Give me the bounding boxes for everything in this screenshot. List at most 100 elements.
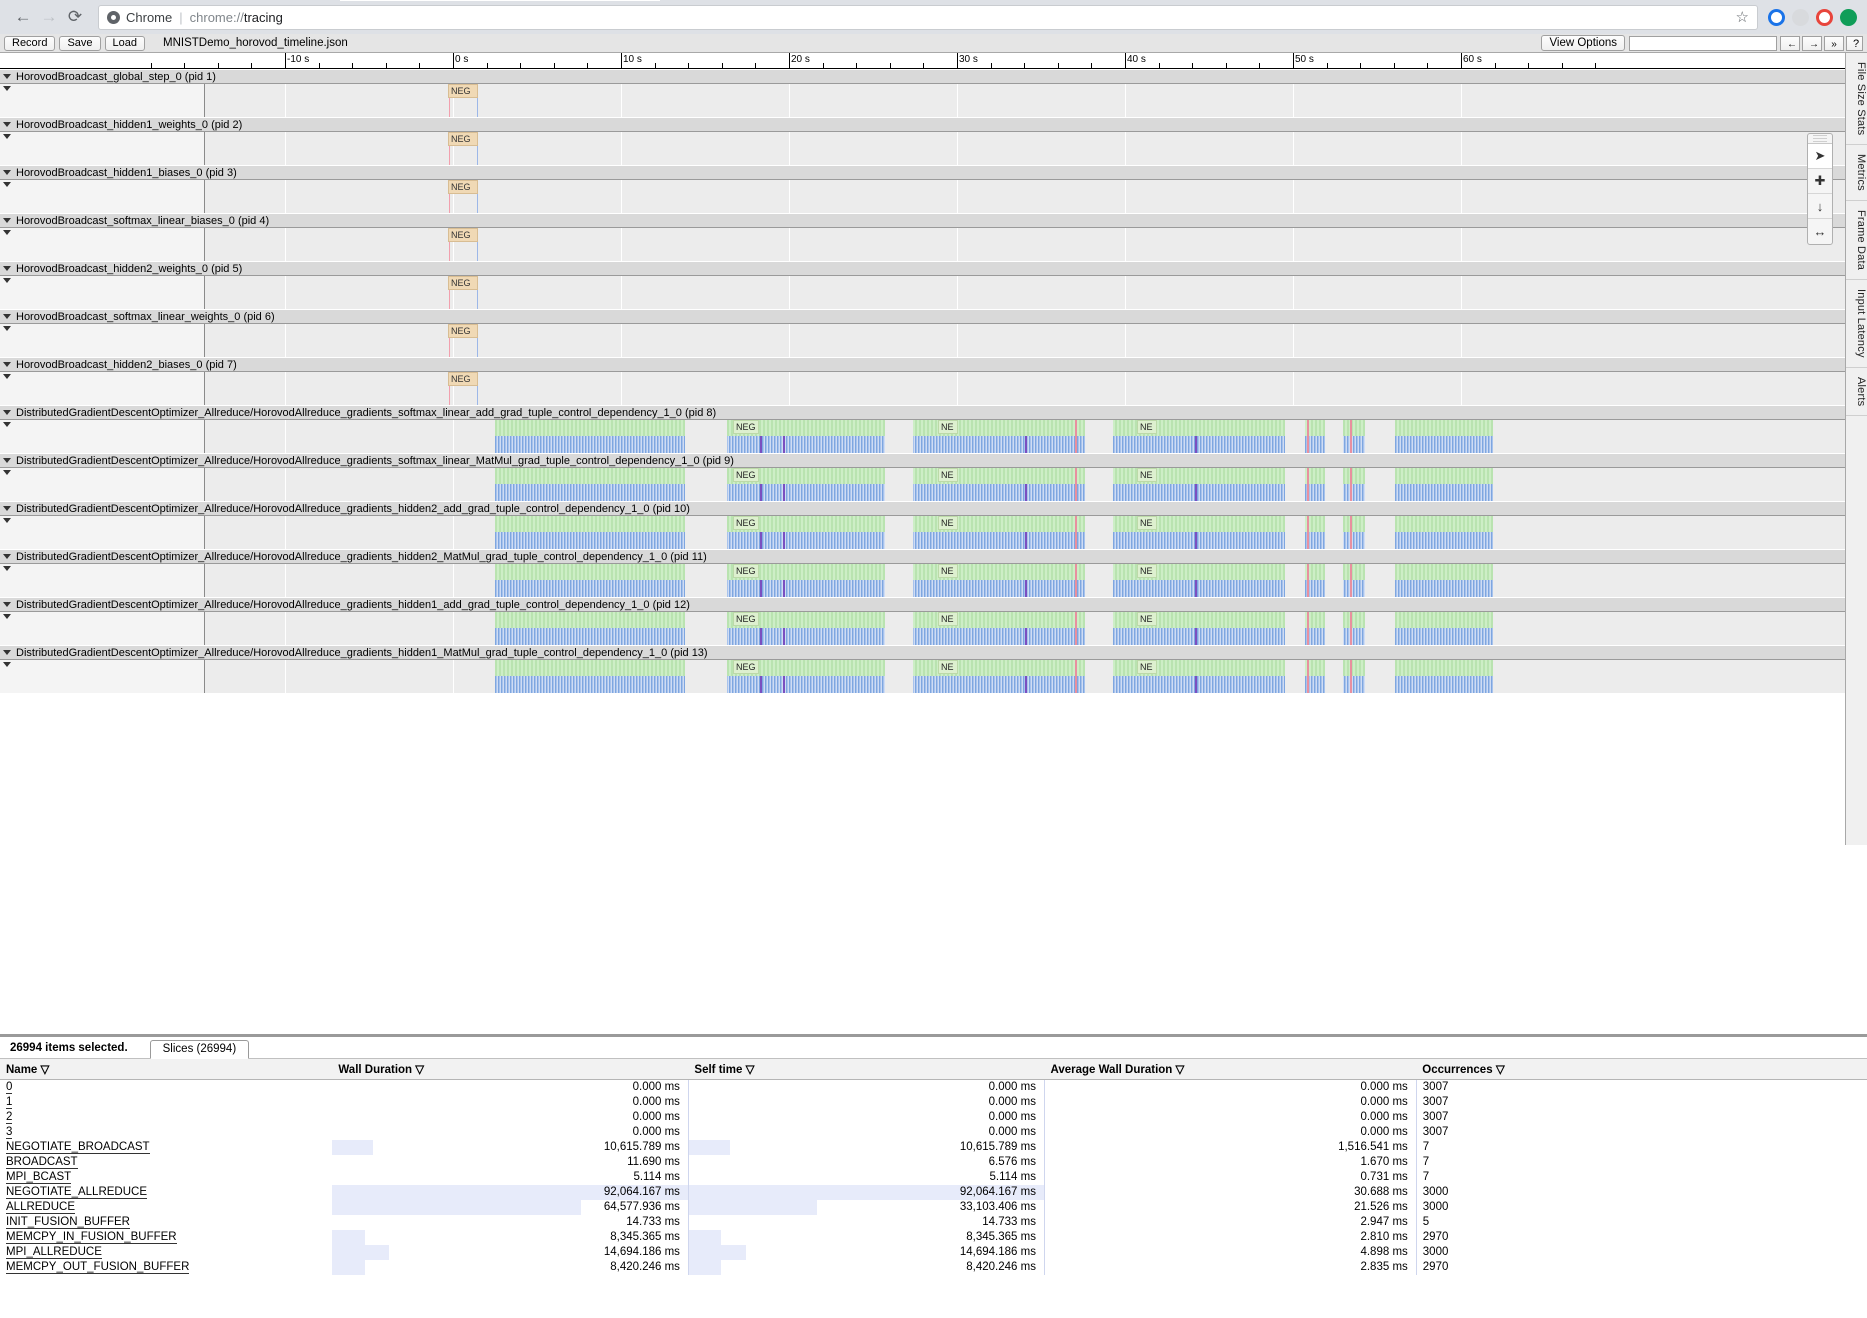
thread-canvas[interactable]: NEG xyxy=(205,276,1845,309)
process-header[interactable]: DistributedGradientDescentOptimizer_Allr… xyxy=(0,405,1845,420)
zoom-mode-icon[interactable]: ↓ xyxy=(1808,194,1832,219)
thread-canvas[interactable]: NEGNENE xyxy=(205,660,1845,693)
trace-slice[interactable]: NEG xyxy=(733,516,759,530)
thread-canvas[interactable]: NEG xyxy=(205,84,1845,117)
sort-icon[interactable]: ▽ xyxy=(746,1064,755,1076)
thread-canvas[interactable]: NEG xyxy=(205,372,1845,405)
bookmark-star-icon[interactable]: ☆ xyxy=(1736,8,1749,26)
chevron-down-icon[interactable] xyxy=(3,470,11,475)
slice-band-negotiate[interactable] xyxy=(495,420,1493,436)
thread-label[interactable] xyxy=(0,132,205,165)
trace-slice[interactable]: NE xyxy=(1137,564,1157,578)
side-tab-alerts[interactable]: Alerts xyxy=(1846,368,1867,416)
chevron-down-icon[interactable] xyxy=(3,74,11,79)
thread-label[interactable] xyxy=(0,276,205,309)
overflow-button[interactable]: » xyxy=(1824,36,1844,51)
thread-canvas[interactable]: NEGNENE xyxy=(205,612,1845,645)
chevron-down-icon[interactable] xyxy=(3,266,11,271)
chevron-down-icon[interactable] xyxy=(3,602,11,607)
timing-mode-icon[interactable]: ↔ xyxy=(1808,219,1832,244)
view-options-button[interactable]: View Options xyxy=(1541,35,1625,51)
thread-label[interactable] xyxy=(0,228,205,261)
chevron-down-icon[interactable] xyxy=(3,566,11,571)
thread-label[interactable] xyxy=(0,420,205,453)
process-header[interactable]: DistributedGradientDescentOptimizer_Allr… xyxy=(0,453,1845,468)
extension-grey-icon[interactable] xyxy=(1792,9,1809,26)
side-tab-file-size-stats[interactable]: File Size Stats xyxy=(1846,53,1867,145)
time-ruler[interactable]: -10 s0 s10 s20 s30 s40 s50 s60 s xyxy=(0,53,1845,69)
navigation-mode-widget[interactable]: ➤ ✚ ↓ ↔ xyxy=(1807,133,1833,245)
thread-canvas[interactable]: NEGNENE xyxy=(205,564,1845,597)
trace-slice[interactable]: NEG xyxy=(448,324,478,338)
slice-band-allreduce[interactable] xyxy=(495,532,1493,549)
chevron-down-icon[interactable] xyxy=(3,218,11,223)
search-prev-button[interactable]: ← xyxy=(1780,36,1800,51)
chevron-down-icon[interactable] xyxy=(3,410,11,415)
tracks-scroll-container[interactable]: -10 s0 s10 s20 s30 s40 s50 s60 s Horovod… xyxy=(0,53,1845,845)
side-tab-frame-data[interactable]: Frame Data xyxy=(1846,201,1867,280)
row-name-cell[interactable]: NEGOTIATE_ALLREDUCE xyxy=(0,1185,332,1200)
slice-band-allreduce[interactable] xyxy=(495,580,1493,597)
thread-label[interactable] xyxy=(0,660,205,693)
process-header[interactable]: HorovodBroadcast_hidden1_biases_0 (pid 3… xyxy=(0,165,1845,180)
column-header-self-time[interactable]: Self time ▽ xyxy=(688,1059,1044,1080)
sort-icon[interactable]: ▽ xyxy=(41,1064,50,1076)
chevron-down-icon[interactable] xyxy=(3,506,11,511)
row-name-cell[interactable]: 2 xyxy=(0,1110,332,1125)
thread-label[interactable] xyxy=(0,612,205,645)
thread-row[interactable]: NEG xyxy=(0,276,1845,309)
thread-canvas[interactable]: NEG xyxy=(205,180,1845,213)
trace-slice[interactable]: NEG xyxy=(448,132,478,146)
trace-slice[interactable]: NE xyxy=(938,564,958,578)
thread-canvas[interactable]: NEG xyxy=(205,228,1845,261)
search-input[interactable] xyxy=(1629,36,1777,51)
thread-row[interactable]: NEG xyxy=(0,372,1845,405)
table-row[interactable]: MPI_BCAST5.114 ms5.114 ms0.731 ms7 xyxy=(0,1170,1867,1185)
process-header[interactable]: HorovodBroadcast_softmax_linear_weights_… xyxy=(0,309,1845,324)
thread-row[interactable]: NEG xyxy=(0,324,1845,357)
trace-slice[interactable]: NEG xyxy=(448,180,478,194)
trace-slice[interactable]: NE xyxy=(1137,660,1157,674)
process-header[interactable]: DistributedGradientDescentOptimizer_Allr… xyxy=(0,549,1845,564)
thread-canvas[interactable]: NEG xyxy=(205,132,1845,165)
thread-canvas[interactable]: NEG xyxy=(205,324,1845,357)
trace-slice[interactable]: NE xyxy=(938,468,958,482)
trace-slice[interactable]: NE xyxy=(938,516,958,530)
column-header-name[interactable]: Name ▽ xyxy=(0,1059,332,1080)
thread-label[interactable] xyxy=(0,564,205,597)
thread-label[interactable] xyxy=(0,324,205,357)
table-row[interactable]: MEMCPY_IN_FUSION_BUFFER8,345.365 ms8,345… xyxy=(0,1230,1867,1245)
chevron-down-icon[interactable] xyxy=(3,650,11,655)
table-row[interactable]: INIT_FUSION_BUFFER14.733 ms14.733 ms2.94… xyxy=(0,1215,1867,1230)
save-button[interactable]: Save xyxy=(59,36,100,51)
thread-label[interactable] xyxy=(0,372,205,405)
thread-canvas[interactable]: NEGNENE xyxy=(205,468,1845,501)
column-header-occurrences[interactable]: Occurrences ▽ xyxy=(1416,1059,1867,1080)
chevron-down-icon[interactable] xyxy=(3,422,11,427)
row-name-cell[interactable]: MEMCPY_OUT_FUSION_BUFFER xyxy=(0,1260,332,1275)
table-row[interactable]: 00.000 ms0.000 ms0.000 ms3007 xyxy=(0,1080,1867,1095)
slice-band-allreduce[interactable] xyxy=(495,676,1493,693)
thread-row[interactable]: NEG xyxy=(0,180,1845,213)
row-name-cell[interactable]: 0 xyxy=(0,1080,332,1095)
thread-row[interactable]: NEG xyxy=(0,228,1845,261)
chevron-down-icon[interactable] xyxy=(3,518,11,523)
trace-slice[interactable]: NEG xyxy=(448,372,478,386)
table-row[interactable]: BROADCAST11.690 ms6.576 ms1.670 ms7 xyxy=(0,1155,1867,1170)
row-name-cell[interactable]: MPI_ALLREDUCE xyxy=(0,1245,332,1260)
table-row[interactable]: 20.000 ms0.000 ms0.000 ms3007 xyxy=(0,1110,1867,1125)
reload-icon[interactable]: ⟳ xyxy=(62,4,88,30)
select-mode-icon[interactable]: ➤ xyxy=(1808,144,1832,169)
table-row[interactable]: NEGOTIATE_BROADCAST10,615.789 ms10,615.7… xyxy=(0,1140,1867,1155)
search-next-button[interactable]: → xyxy=(1802,36,1822,51)
chevron-down-icon[interactable] xyxy=(3,230,11,235)
thread-row[interactable]: NEGNENE xyxy=(0,564,1845,597)
trace-slice[interactable]: NE xyxy=(938,612,958,626)
address-bar[interactable]: Chrome | chrome://tracing ☆ xyxy=(98,5,1758,30)
chevron-down-icon[interactable] xyxy=(3,362,11,367)
slice-band-negotiate[interactable] xyxy=(495,564,1493,580)
stats-table-wrapper[interactable]: Name ▽ Wall Duration ▽ Self time ▽ Avera… xyxy=(0,1059,1867,1318)
chevron-down-icon[interactable] xyxy=(3,278,11,283)
process-header[interactable]: HorovodBroadcast_hidden2_weights_0 (pid … xyxy=(0,261,1845,276)
chevron-down-icon[interactable] xyxy=(3,86,11,91)
